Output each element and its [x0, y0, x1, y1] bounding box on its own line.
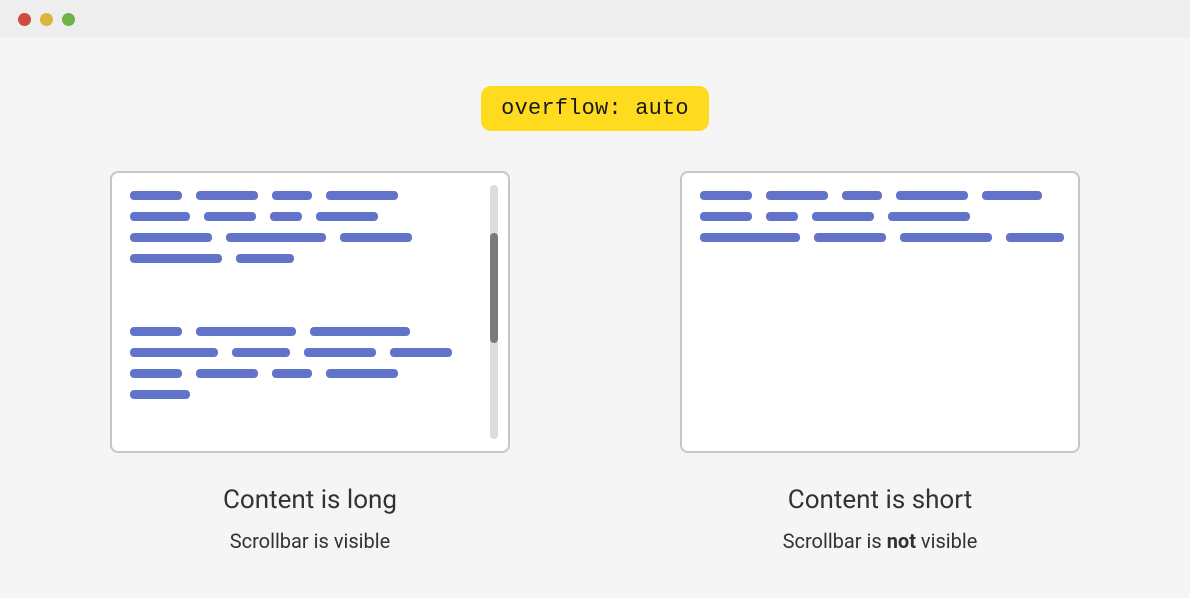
- minimize-icon[interactable]: [40, 13, 53, 26]
- subtitle-prefix: Scrollbar is: [230, 529, 334, 553]
- subtitle-suffix: visible: [916, 529, 977, 553]
- example-long-content: Content is long Scrollbar is visible: [110, 171, 510, 553]
- content-box-short: [680, 171, 1080, 453]
- close-icon[interactable]: [18, 13, 31, 26]
- maximize-icon[interactable]: [62, 13, 75, 26]
- placeholder-text-lines: [700, 191, 1064, 242]
- scrollbar-thumb[interactable]: [490, 233, 498, 343]
- caption-title-short: Content is short: [788, 485, 972, 515]
- examples-row: Content is long Scrollbar is visible Con…: [110, 171, 1080, 553]
- scrollbar-track[interactable]: [490, 185, 498, 439]
- css-property-badge: overflow: auto: [481, 86, 709, 131]
- subtitle-emphasis: not: [887, 529, 916, 553]
- caption-subtitle-long: Scrollbar is visible: [230, 529, 391, 553]
- window-titlebar: [0, 0, 1190, 38]
- placeholder-text-lines: [130, 191, 468, 399]
- caption-subtitle-short: Scrollbar is not visible: [783, 529, 978, 553]
- subtitle-prefix: Scrollbar is: [783, 529, 887, 553]
- example-short-content: Content is short Scrollbar is not visibl…: [680, 171, 1080, 553]
- content-box-long: [110, 171, 510, 453]
- subtitle-suffix: visible: [334, 529, 390, 553]
- main-content: overflow: auto Content is long: [0, 38, 1190, 553]
- caption-title-long: Content is long: [223, 485, 397, 515]
